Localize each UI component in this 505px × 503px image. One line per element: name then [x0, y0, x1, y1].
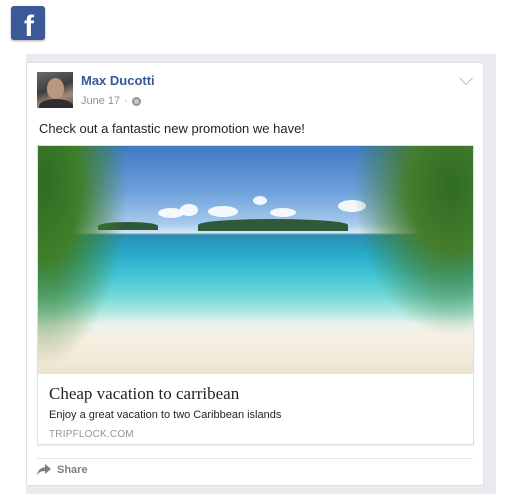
facebook-logo-letter: f: [24, 10, 34, 41]
share-arrow-icon: [37, 464, 51, 476]
author-name[interactable]: Max Ducotti: [81, 73, 155, 88]
post-date[interactable]: June 17: [81, 95, 120, 107]
post-card: Max Ducotti June 17 · Check out a fantas…: [26, 62, 484, 486]
link-title[interactable]: Cheap vacation to carribean: [49, 384, 239, 404]
link-preview-image[interactable]: [38, 146, 473, 374]
link-domain: TRIPFLOCK.COM: [49, 429, 134, 440]
chevron-down-icon[interactable]: [458, 70, 474, 86]
share-button[interactable]: Share: [37, 464, 88, 476]
share-label: Share: [57, 464, 88, 476]
avatar[interactable]: [37, 72, 73, 108]
actions-divider: [37, 458, 473, 459]
link-description: Enjoy a great vacation to two Caribbean …: [49, 409, 282, 421]
meta-separator: ·: [124, 95, 128, 107]
post-status-text: Check out a fantastic new promotion we h…: [39, 121, 305, 136]
globe-icon[interactable]: [131, 96, 141, 106]
link-preview[interactable]: Cheap vacation to carribean Enjoy a grea…: [37, 145, 474, 445]
facebook-logo[interactable]: f: [11, 6, 45, 40]
post-meta: June 17 ·: [81, 95, 141, 107]
